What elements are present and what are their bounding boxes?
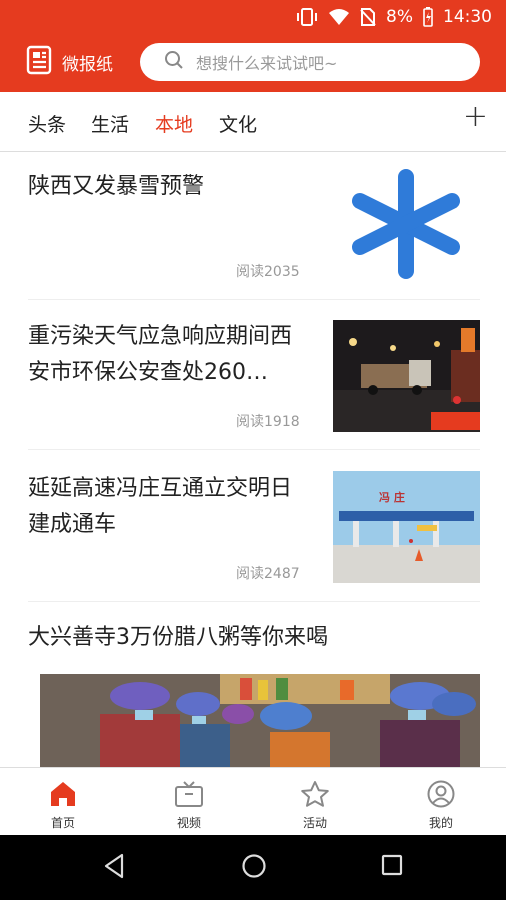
app-logo[interactable]: 微报纸: [26, 45, 113, 79]
back-icon[interactable]: [102, 853, 126, 883]
divider: [28, 601, 480, 602]
divider: [28, 299, 480, 300]
newspaper-icon: [26, 45, 54, 79]
nav-activity[interactable]: 活动: [252, 768, 378, 836]
star-icon: [252, 780, 378, 808]
asterisk-thumbnail[interactable]: [342, 167, 470, 281]
toll-gate-sign: 冯 庄: [379, 491, 405, 504]
news-feed: 陕西又发暴雪预警 阅读2035 重污染天气应急响应期间西安市环保公安查处260……: [0, 153, 506, 767]
read-count: 阅读1918: [236, 414, 300, 430]
tab-headlines[interactable]: 头条: [28, 110, 66, 137]
article-title: 陕西又发暴雪预警: [28, 174, 205, 199]
status-icons: 8% 14:30: [296, 0, 492, 34]
recents-icon[interactable]: [380, 853, 404, 881]
vibrate-icon: [296, 8, 318, 26]
home-icon: [0, 780, 126, 808]
read-count: 阅读2035: [236, 264, 300, 280]
article-item[interactable]: 大兴善寺3万份腊八粥等你来喝: [28, 620, 480, 660]
add-tab-button[interactable]: +: [463, 102, 488, 132]
battery-percent: 8%: [386, 7, 413, 27]
porridge-volunteers-image[interactable]: [40, 674, 480, 767]
nav-label: 我的: [428, 816, 453, 830]
nav-video[interactable]: 视频: [126, 768, 252, 836]
app-name: 微报纸: [62, 54, 113, 75]
toll-gate-thumbnail[interactable]: 冯 庄: [333, 471, 480, 583]
search-box[interactable]: 想搜什么来试试吧~: [140, 43, 480, 81]
profile-icon: [378, 780, 504, 808]
app-header: 微报纸 想搜什么来试试吧~: [0, 34, 506, 92]
bottom-nav: 首页 视频 活动 我的: [0, 767, 506, 835]
system-nav-bar: [0, 835, 506, 900]
search-placeholder: 想搜什么来试试吧~: [196, 54, 338, 73]
nav-label: 活动: [302, 816, 327, 830]
battery-charging-icon: [423, 7, 433, 27]
article-title: 延延高速冯庄互通立交明日建成通车: [28, 476, 293, 537]
article-title: 重污染天气应急响应期间西安市环保公安查处260…: [28, 324, 293, 385]
divider: [28, 449, 480, 450]
read-count: 阅读2487: [236, 566, 300, 582]
nav-profile[interactable]: 我的: [378, 768, 504, 836]
tv-icon: [126, 780, 252, 808]
nav-home[interactable]: 首页: [0, 768, 126, 836]
wifi-icon: [328, 8, 350, 26]
article-title: 大兴善寺3万份腊八粥等你来喝: [28, 625, 328, 650]
tab-life[interactable]: 生活: [91, 110, 129, 137]
search-icon: [164, 50, 184, 74]
category-tabs: 头条 生活 本地 文化 +: [0, 92, 506, 152]
no-sim-icon: [360, 8, 376, 26]
tab-local[interactable]: 本地: [155, 110, 193, 137]
nav-label: 首页: [50, 816, 75, 830]
night-truck-thumbnail[interactable]: [333, 320, 480, 432]
clock: 14:30: [443, 7, 492, 27]
tab-culture[interactable]: 文化: [219, 110, 257, 137]
home-circle-icon[interactable]: [241, 853, 267, 883]
nav-label: 视频: [176, 816, 201, 830]
status-bar: 8% 14:30: [0, 0, 506, 34]
